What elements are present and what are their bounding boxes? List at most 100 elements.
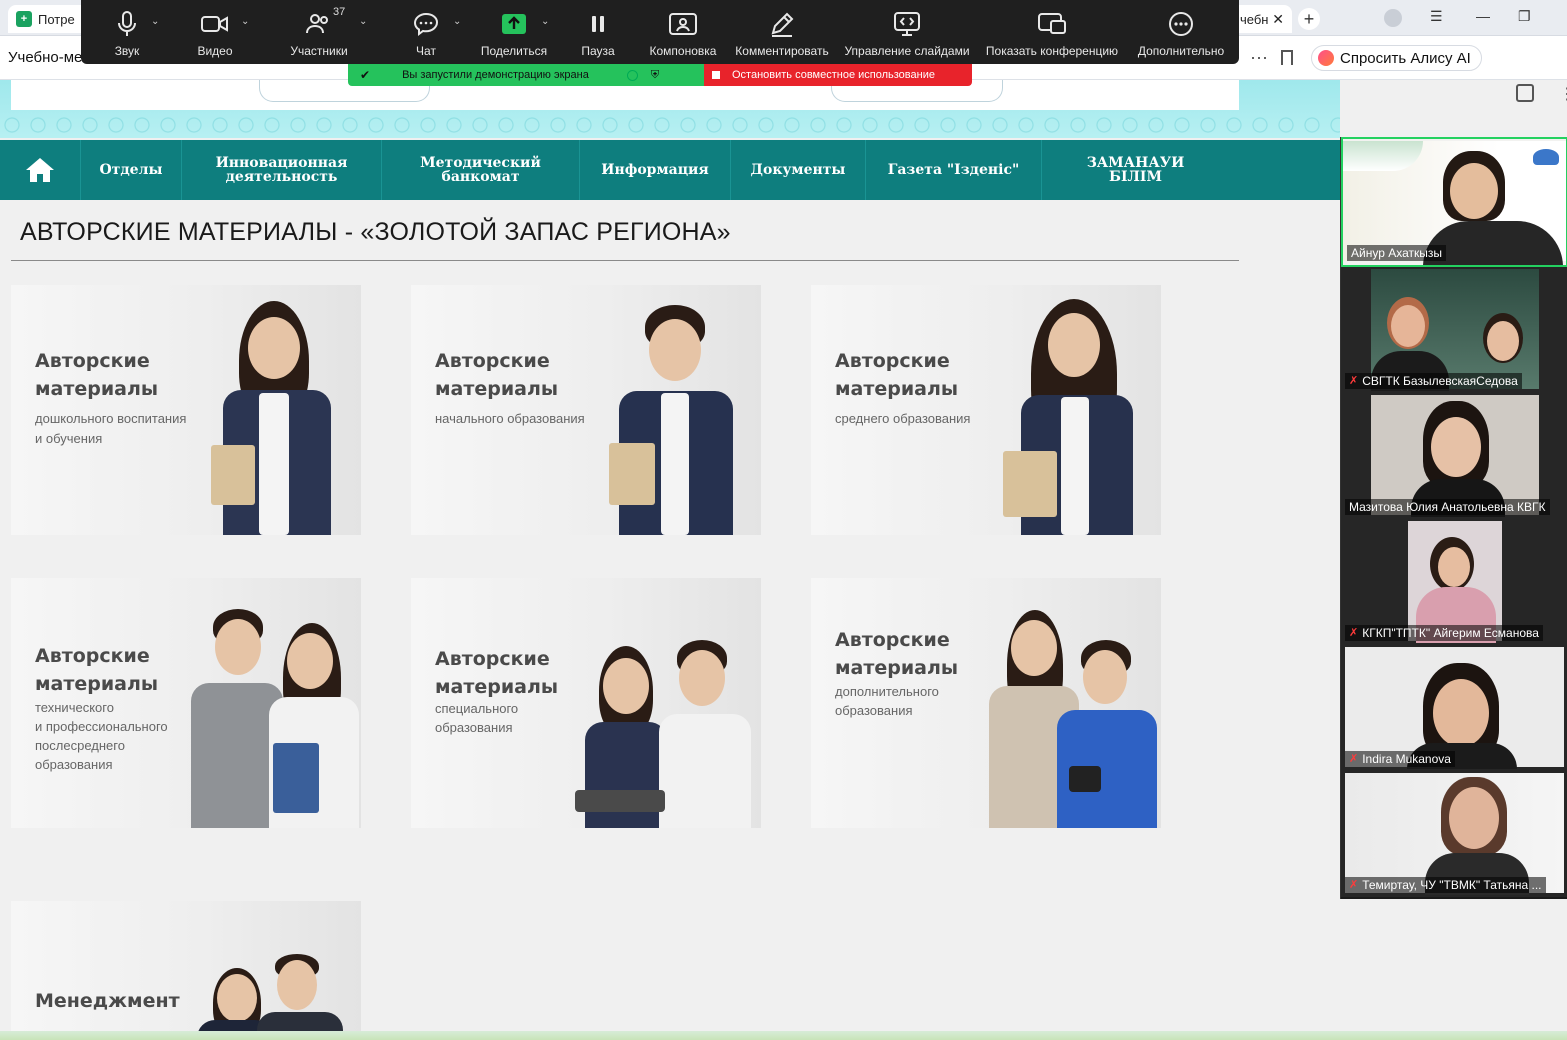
new-tab-button[interactable]: + <box>1298 8 1320 30</box>
mic-muted-icon: ✗ <box>1349 753 1359 765</box>
card-management[interactable]: Менеджмент <box>11 901 361 1032</box>
chevron-down-icon[interactable]: ⌄ <box>541 16 549 27</box>
slide-control-label: Управление слайдами <box>844 44 970 58</box>
slide-control-button[interactable]: Управление слайдами <box>837 0 977 64</box>
participant-tile-active-speaker[interactable]: Айнур Ахаткызы <box>1341 137 1567 267</box>
layout-button[interactable]: Компоновка <box>639 0 727 64</box>
page-title-address[interactable]: Учебно-ме <box>8 49 82 66</box>
menu-icon[interactable]: ☰ <box>1430 8 1443 25</box>
profile-avatar[interactable] <box>1384 9 1402 27</box>
card-subtitle-line: и обучения <box>35 431 103 446</box>
show-meeting-button[interactable]: Показать конференцию <box>977 0 1127 64</box>
site-navigation: Отделы Инновационная деятельность Методи… <box>0 140 1340 200</box>
participant-tile[interactable]: ✗ Indira Mukanova <box>1341 645 1567 771</box>
participant-video <box>1371 395 1539 517</box>
participants-button[interactable]: Участники 37 ⌄ <box>257 0 381 64</box>
card-subtitle: среднего образования <box>835 409 1010 429</box>
participant-name-text: СВГТК БазылевскаяСедова <box>1362 374 1518 388</box>
card-secondary[interactable]: Авторские материалы среднего образования <box>811 285 1161 535</box>
chat-button[interactable]: Чат ⌄ <box>381 0 471 64</box>
participant-tile[interactable]: ✗ КГКП"ТПТК" Айгерим Есманова <box>1341 519 1567 645</box>
more-button[interactable]: Дополнительно <box>1127 0 1235 64</box>
students-workshop-image <box>181 593 361 828</box>
card-heading: Авторские материалы <box>835 347 958 403</box>
bookmark-icon[interactable] <box>1281 50 1293 65</box>
more-icon <box>1168 10 1194 38</box>
stop-share-button[interactable]: Остановить совместное использование <box>704 64 972 86</box>
nav-item-documents[interactable]: Документы <box>730 140 865 200</box>
minimize-icon[interactable]: — <box>1476 8 1490 24</box>
nav-item-method-bank[interactable]: Методический банкомат <box>381 140 579 200</box>
home-icon <box>26 158 54 182</box>
participant-tile[interactable]: Мазитова Юлия Анатольевна КВГК <box>1341 393 1567 519</box>
video-label: Видео <box>197 44 233 58</box>
share-label: Поделиться <box>480 44 548 58</box>
annotate-pen-icon <box>769 10 795 38</box>
management-people-image <box>191 932 361 1032</box>
more-dots-icon[interactable]: ⋯ <box>1250 48 1269 69</box>
card-subtitle-line: начального образования <box>435 411 585 426</box>
slide-control-icon <box>893 10 921 38</box>
card-heading-line: Авторские <box>435 350 550 372</box>
card-additional[interactable]: Авторские материалы дополнительного образо… <box>811 578 1161 828</box>
signal-icon <box>626 69 638 81</box>
vertical-more-icon[interactable]: ⋮ <box>1559 84 1567 104</box>
students-assistive-tech-image <box>561 618 761 828</box>
card-heading-line: Авторские <box>835 629 950 651</box>
nav-item-innovation[interactable]: Инновационная деятельность <box>181 140 381 200</box>
participant-video <box>1371 269 1539 391</box>
participant-tile[interactable]: ✗ Темиртау, ЧУ "ТВМК" Татьяна ... <box>1341 771 1567 897</box>
nav-item-newspaper[interactable]: Газета "Ізденіс" <box>865 140 1041 200</box>
teen-girl-student-image <box>1001 295 1151 535</box>
participant-video <box>1408 521 1502 643</box>
annotate-button[interactable]: Комментировать <box>727 0 837 64</box>
card-heading-line: материалы <box>835 657 959 679</box>
pause-share-button[interactable]: Пауза <box>557 0 639 64</box>
stop-square-icon <box>712 71 720 79</box>
sidebar-icon[interactable] <box>1516 84 1534 102</box>
close-tab-icon[interactable]: ✕ <box>1272 11 1284 28</box>
card-heading: Авторские материалы <box>35 642 158 698</box>
layout-label: Компоновка <box>649 44 717 58</box>
page-title: АВТОРСКИЕ МАТЕРИАЛЫ - «ЗОЛОТОЙ ЗАПАС РЕГ… <box>20 218 731 246</box>
nav-item-departments[interactable]: Отделы <box>80 140 181 200</box>
card-subtitle-line: среднего образования <box>835 411 971 426</box>
chevron-down-icon[interactable]: ⌄ <box>453 16 461 27</box>
card-heading-line: материалы <box>35 673 159 695</box>
audio-button[interactable]: Звук ⌄ <box>81 0 173 64</box>
zoom-meeting-toolbar: Звук ⌄ Видео ⌄ Участники 37 ⌄ Чат ⌄ Поде… <box>81 0 1239 64</box>
participant-name-text: КГКП"ТПТК" Айгерим Есманова <box>1362 626 1539 640</box>
card-heading: Авторские материалы <box>835 626 958 682</box>
share-screen-button[interactable]: Поделиться ⌄ <box>471 0 557 64</box>
ask-alice-button[interactable]: Спросить Алису AI <box>1311 45 1482 71</box>
card-heading-line: Авторские <box>35 350 150 372</box>
card-special[interactable]: Авторские материалы специального образован… <box>411 578 761 828</box>
mic-muted-icon: ✗ <box>1349 627 1359 639</box>
chevron-down-icon[interactable]: ⌄ <box>151 16 159 27</box>
participant-tile[interactable]: ✗ СВГТК БазылевскаяСедова <box>1341 267 1567 393</box>
pin-icon[interactable]: ✔ <box>360 68 370 82</box>
stop-share-label: Остановить совместное использование <box>732 69 935 81</box>
card-heading-line: материалы <box>435 378 559 400</box>
browser-tab-active[interactable]: чебн ✕ <box>1232 5 1292 33</box>
layout-icon <box>669 10 697 38</box>
card-preschool[interactable]: Авторские материалы дошкольного воспитани… <box>11 285 361 535</box>
restore-icon[interactable]: ❐ <box>1518 8 1531 25</box>
card-primary[interactable]: Авторские материалы начального образовани… <box>411 285 761 535</box>
sharing-status-banner: ✔ Вы запустили демонстрацию экрана ⛨ <box>348 64 704 86</box>
card-technical[interactable]: Авторские материалы технического и професс… <box>11 578 361 828</box>
more-label: Дополнительно <box>1137 44 1225 58</box>
card-subtitle: начального образования <box>435 409 610 429</box>
page-footer-strip <box>0 1031 1567 1040</box>
home-button[interactable] <box>0 140 80 200</box>
browser-tab[interactable]: + Потре <box>8 5 88 33</box>
pause-label: Пауза <box>581 44 615 58</box>
nav-item-modern-knowledge[interactable]: ЗАМАНАУИ БІЛІМ <box>1041 140 1229 200</box>
chevron-down-icon[interactable]: ⌄ <box>241 16 249 27</box>
video-button[interactable]: Видео ⌄ <box>173 0 257 64</box>
card-heading-line: материалы <box>835 378 959 400</box>
chevron-down-icon[interactable]: ⌄ <box>359 16 367 27</box>
audio-label: Звук <box>114 44 140 58</box>
microphone-icon <box>116 10 138 38</box>
nav-item-information[interactable]: Информация <box>579 140 730 200</box>
